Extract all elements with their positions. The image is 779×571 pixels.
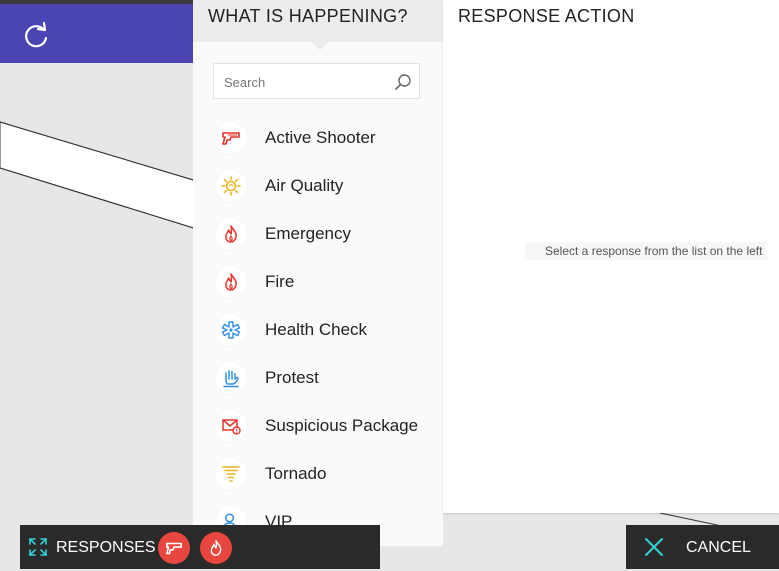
responses-label: RESPONSES	[56, 539, 156, 556]
gun-icon	[165, 542, 183, 555]
incident-item-label: Emergency	[265, 224, 351, 243]
search-input[interactable]	[224, 72, 384, 92]
incident-item-label: Suspicious Package	[265, 416, 419, 435]
incident-item-air-quality[interactable]: Air Quality	[193, 162, 443, 210]
close-icon	[644, 537, 664, 557]
flame-icon	[215, 266, 247, 298]
incident-item-label: Air Quality	[265, 176, 344, 195]
active-response-gun-badge[interactable]	[158, 532, 190, 564]
incident-item-protest[interactable]: Protest	[193, 354, 443, 402]
medical-star-icon	[215, 314, 247, 346]
tornado-icon	[215, 458, 247, 490]
incident-type-list: Active Shooter Air Quality Emergency Fir…	[193, 114, 443, 546]
incident-item-label: Active Shooter	[265, 128, 376, 147]
search-icon[interactable]	[394, 73, 412, 91]
incident-item-label: Fire	[265, 272, 295, 291]
incident-item-label: Tornado	[265, 464, 327, 483]
responses-bar: RESPONSES	[20, 525, 380, 569]
expand-icon[interactable]	[29, 538, 47, 556]
incident-type-header: WHAT IS HAPPENING?	[193, 0, 443, 42]
active-response-fire-badge[interactable]	[200, 532, 232, 564]
incident-item-tornado[interactable]: Tornado	[193, 450, 443, 498]
sun-icon	[215, 170, 247, 202]
raised-hand-icon	[215, 362, 247, 394]
incident-item-health-check[interactable]: Health Check	[193, 306, 443, 354]
gun-icon	[215, 122, 247, 154]
empty-state-message: Select a response from the list on the l…	[525, 242, 768, 260]
incident-item-emergency[interactable]: Emergency	[193, 210, 443, 258]
incident-item-label: Health Check	[265, 320, 368, 339]
incident-type-panel: WHAT IS HAPPENING? Active Shooter	[193, 0, 443, 546]
response-action-panel: RESPONSE ACTION Select a response from t…	[443, 0, 779, 513]
flame-icon	[215, 218, 247, 250]
incident-item-fire[interactable]: Fire	[193, 258, 443, 306]
search-box	[213, 63, 420, 99]
envelope-alert-icon	[215, 410, 247, 442]
flame-icon	[210, 540, 222, 556]
incident-item-suspicious-package[interactable]: Suspicious Package	[193, 402, 443, 450]
response-action-title: RESPONSE ACTION	[458, 6, 635, 26]
incident-item-label: Protest	[265, 368, 319, 387]
top-toolbar	[0, 4, 200, 63]
refresh-icon[interactable]	[20, 20, 52, 52]
cancel-button[interactable]: CANCEL	[626, 525, 779, 569]
header-pointer	[311, 42, 329, 50]
incident-item-active-shooter[interactable]: Active Shooter	[193, 114, 443, 162]
cancel-label: CANCEL	[686, 539, 751, 556]
incident-type-title: WHAT IS HAPPENING?	[208, 6, 408, 26]
